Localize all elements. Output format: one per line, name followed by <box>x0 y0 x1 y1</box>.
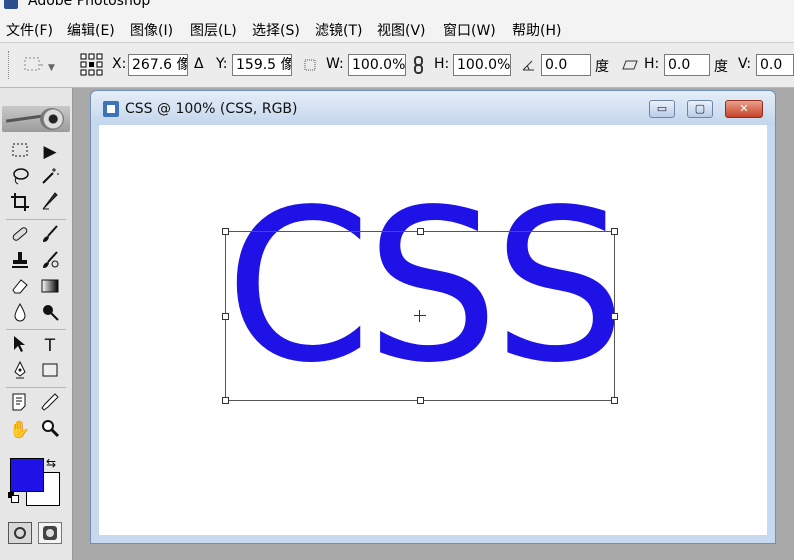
skew-v-label: V: <box>738 56 752 72</box>
maximize-button[interactable]: ▢ <box>687 100 713 118</box>
document-title-bar[interactable]: CSS @ 100% (CSS, RGB) ▭ ▢ ✕ <box>91 91 775 125</box>
transform-handle-bottom-right[interactable] <box>611 397 618 404</box>
pen-icon[interactable] <box>8 360 32 384</box>
app-title-bar: Adobe Photoshop <box>0 0 794 12</box>
document-title: CSS @ 100% (CSS, RGB) <box>125 101 298 117</box>
transform-handle-top[interactable] <box>417 228 424 235</box>
zoom-tool-icon[interactable] <box>38 418 62 442</box>
notes-icon[interactable] <box>8 392 32 416</box>
transform-handle-bottom[interactable] <box>417 397 424 404</box>
slice-icon[interactable] <box>38 192 62 216</box>
close-button[interactable]: ✕ <box>725 100 763 118</box>
tools-header[interactable] <box>2 106 70 132</box>
transform-preset-icon[interactable] <box>22 55 44 75</box>
path-selection-icon[interactable] <box>8 334 32 358</box>
document-icon <box>103 101 119 117</box>
document-canvas[interactable]: CSS <box>99 125 767 535</box>
menu-filter[interactable]: 滤镜(T) <box>315 20 362 40</box>
menu-layer[interactable]: 图层(L) <box>190 20 237 40</box>
options-grip[interactable] <box>8 51 13 79</box>
tools-palette: ▶ T ✋ ⇆ <box>0 88 73 560</box>
eye-icon <box>40 108 64 130</box>
clone-stamp-icon[interactable] <box>8 250 32 274</box>
brush-icon[interactable] <box>38 224 62 248</box>
eyedropper-icon[interactable] <box>38 392 62 416</box>
menu-window[interactable]: 窗口(W) <box>443 20 496 40</box>
link-icon[interactable] <box>413 56 425 74</box>
skew-h-field[interactable]: 0.0 <box>664 54 710 76</box>
options-bar: ▼ X: 267.6 像 Δ Y: 159.5 像 W: 100.0% H: 1… <box>0 43 794 88</box>
eraser-icon[interactable] <box>8 276 32 300</box>
photoshop-icon <box>4 0 18 9</box>
w-label: W: <box>326 56 344 72</box>
quick-mask-button[interactable] <box>38 522 62 544</box>
dodge-icon[interactable] <box>38 302 62 326</box>
preset-dropdown-arrow-icon[interactable]: ▼ <box>48 63 55 73</box>
skew-h-label: H: <box>644 56 660 72</box>
skew-icon <box>622 58 638 72</box>
width-field[interactable]: 100.0% <box>348 54 406 76</box>
healing-brush-icon[interactable] <box>8 224 32 248</box>
height-field[interactable]: 100.0% <box>453 54 511 76</box>
quick-mask-icon <box>43 526 57 540</box>
rotation-field[interactable]: 0.0 <box>541 54 591 76</box>
default-colors-icon[interactable] <box>8 492 19 503</box>
transform-center-point[interactable] <box>414 310 426 322</box>
y-label: Y: <box>216 56 228 72</box>
move-tool-icon[interactable]: ▶ <box>38 140 62 164</box>
type-tool-icon[interactable]: T <box>38 334 62 358</box>
transform-handle-left[interactable] <box>222 313 229 320</box>
document-window: CSS @ 100% (CSS, RGB) ▭ ▢ ✕ CSS <box>90 90 776 544</box>
tool-divider <box>6 329 66 330</box>
y-position-field[interactable]: 159.5 像 <box>232 54 292 76</box>
transform-handle-top-right[interactable] <box>611 228 618 235</box>
width-icon <box>303 58 317 72</box>
standard-mode-icon <box>14 527 26 539</box>
transform-handle-top-left[interactable] <box>222 228 229 235</box>
transform-handle-bottom-left[interactable] <box>222 397 229 404</box>
magic-wand-icon[interactable] <box>38 166 62 190</box>
crop-icon[interactable] <box>8 192 32 216</box>
x-position-field[interactable]: 267.6 像 <box>128 54 188 76</box>
lasso-icon[interactable] <box>8 166 32 190</box>
menu-file[interactable]: 文件(F) <box>6 20 53 40</box>
skew-v-field[interactable]: 0.0 <box>756 54 794 76</box>
menu-help[interactable]: 帮助(H) <box>512 20 561 40</box>
blur-icon[interactable] <box>8 302 32 326</box>
foreground-color-swatch[interactable] <box>10 458 44 492</box>
rotate-icon <box>522 58 536 72</box>
h-label: H: <box>434 56 450 72</box>
swap-colors-icon[interactable]: ⇆ <box>46 456 56 470</box>
tool-divider <box>6 387 66 388</box>
reference-point-icon[interactable] <box>80 53 104 77</box>
marquee-icon[interactable] <box>8 140 32 164</box>
gradient-icon[interactable] <box>38 276 62 300</box>
relative-position-icon[interactable]: Δ <box>194 56 204 72</box>
standard-mode-button[interactable] <box>8 522 32 544</box>
minimize-button[interactable]: ▭ <box>649 100 675 118</box>
rotation-unit: 度 <box>595 59 609 75</box>
app-title: Adobe Photoshop <box>28 0 151 9</box>
menu-select[interactable]: 选择(S) <box>252 20 300 40</box>
x-label: X: <box>112 56 127 72</box>
menu-bar: 文件(F) 编辑(E) 图像(I) 图层(L) 选择(S) 滤镜(T) 视图(V… <box>0 12 794 43</box>
feather-icon <box>5 114 45 123</box>
transform-handle-right[interactable] <box>611 313 618 320</box>
menu-view[interactable]: 视图(V) <box>377 20 426 40</box>
menu-image[interactable]: 图像(I) <box>130 20 173 40</box>
tool-divider <box>6 219 66 220</box>
menu-edit[interactable]: 编辑(E) <box>67 20 115 40</box>
skew-h-unit: 度 <box>714 59 728 75</box>
history-brush-icon[interactable] <box>38 250 62 274</box>
rectangle-shape-icon[interactable] <box>38 360 62 384</box>
hand-tool-icon[interactable]: ✋ <box>8 418 32 442</box>
